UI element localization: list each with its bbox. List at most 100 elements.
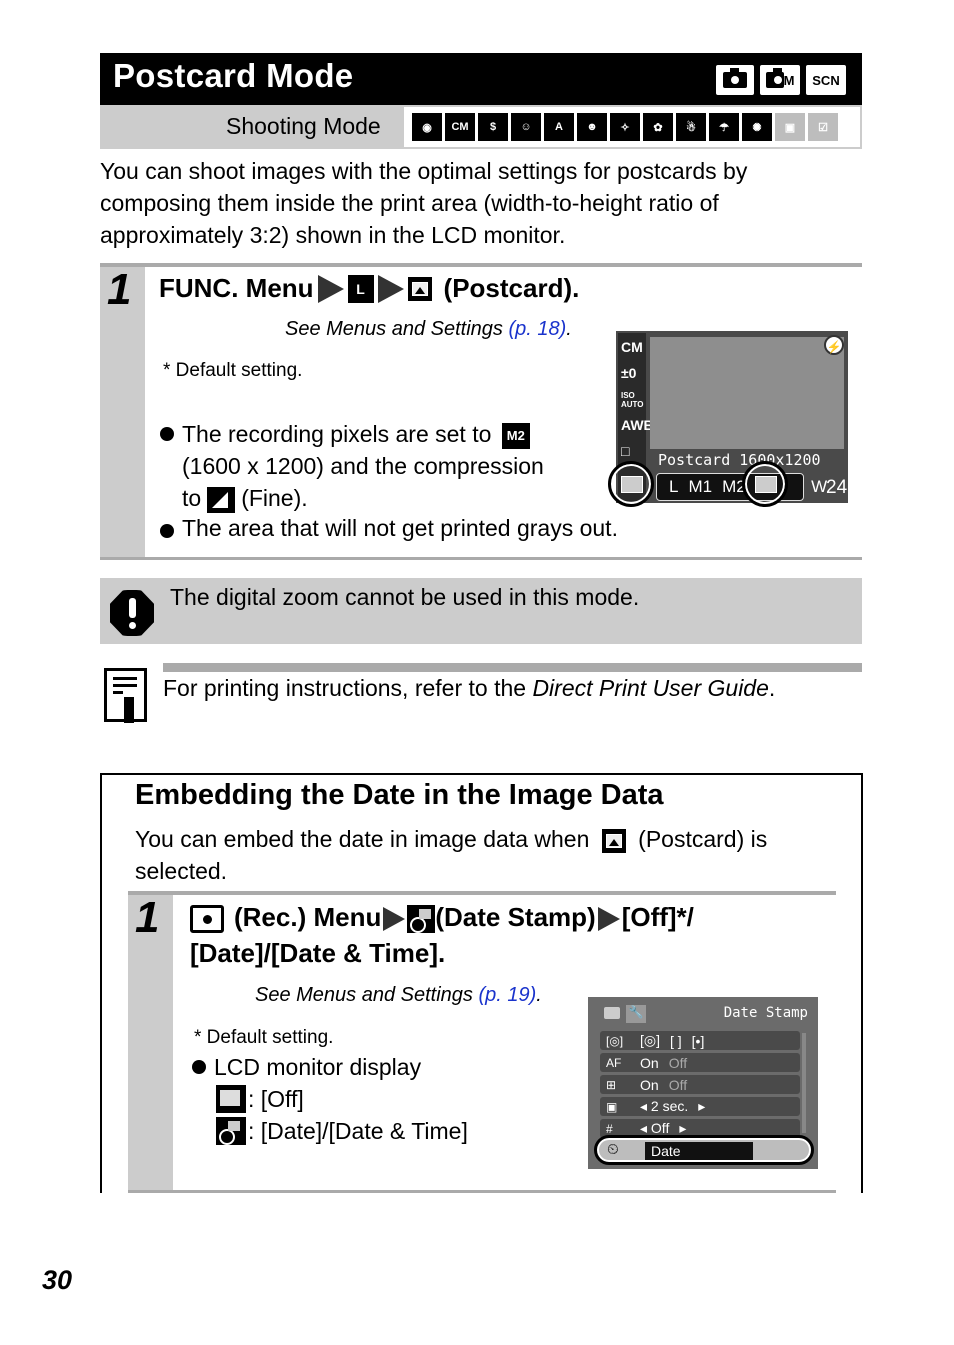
guide-title: Direct Print User Guide [532,675,769,701]
foliage-leaf-icon: ✿ [643,113,673,141]
lcd-menu-row: ▣ ◂ 2 sec. ▸ [600,1097,800,1116]
lcd-screenshot-date-stamp: 🔧 Date Stamp [◎] [◎] [ ] [•] AF On Off ⊞ On Off ▣ ◂… [588,997,818,1169]
resolution-option: M1 [688,477,713,496]
section-title: Embedding the Date in the Image Data [135,779,664,811]
lcd-row-icon: [◎] [606,1033,624,1048]
manual-label: M [783,72,795,88]
date-stamp-label: (Date Stamp) [435,902,596,932]
highlighted-date-stamp-row: ⏲ Date [594,1135,814,1165]
postcard-icon [755,476,777,493]
section-intro: You can embed the date in image data whe… [135,823,835,887]
note-text-part: For printing instructions, refer to the [163,675,533,701]
highlight-circle [608,461,654,507]
lcd-row-value: On [640,1076,659,1093]
default-setting-note: * Default setting. [194,1027,334,1048]
arrow-right-icon [383,907,406,932]
beach-icon: ☂ [709,113,739,141]
bullet-text: (Fine). [241,485,308,511]
shooting-mode-bar: Shooting Mode ◉ CM $ ☺ A ☻ ✧ ✿ ☃ ☂ ✺ ▣ ☑ [100,105,862,149]
see-reference: See Menus and Settings (p. 18). [285,318,572,341]
lcd-setting-item: AWB [621,417,654,433]
lcd-row-value: ▸ [698,1098,706,1114]
step-number: 1 [107,265,132,314]
foliage-icon: A [544,113,574,141]
step-rule [128,891,836,895]
highlight-circle [742,461,788,507]
caution-box: The digital zoom cannot be used in this … [100,578,862,644]
page-title: Postcard Mode [113,57,354,94]
bullet-icon [192,1060,206,1074]
see-ref-text: See Menus and Settings [285,318,509,340]
rec-menu-icon [190,905,224,934]
fine-compression-icon [207,486,236,513]
bullet-icon [160,524,174,538]
bullet-item: The recording pixels are set to M2 (1600… [158,418,598,514]
bullet-item: The area that will not get printed grays… [158,515,618,542]
shots-remaining: 24 [826,477,848,498]
bullet-text: (1600 x 1200) and the compression [182,453,544,479]
lcd-row-value: ◂ 2 sec. [640,1098,689,1114]
postcard-icon [621,476,643,493]
bullet-icon [160,427,174,441]
fireworks-icon: ✺ [742,113,772,141]
intro-text: You can embed the date in image data whe… [135,826,590,852]
snow-icon: ☃ [676,113,706,141]
scene-icon: SCN [806,65,846,95]
intro-paragraph: You can shoot images with the optimal se… [100,158,748,248]
page-number: 30 [42,1265,73,1295]
lcd-caption: Postcard 1600x1200 [658,451,821,469]
page-link[interactable]: (p. 19) [478,984,536,1006]
shooting-mode-icons: ◉ CM $ ☺ A ☻ ✧ ✿ ☃ ☂ ✺ ▣ ☑ [404,107,860,147]
lcd-row-icon: AF [606,1055,622,1070]
camera-manual-icon: M [760,65,800,95]
lcd-row-value: On [640,1054,659,1071]
mode-icons: M SCN [716,65,846,95]
step-bullets: The recording pixels are set to M2 (1600… [158,418,598,514]
manual-icon: CM [445,113,475,141]
digital-macro-icon: $ [478,113,508,141]
step-number: 1 [135,893,160,942]
lcd-setting-item: ISO AUTO [621,391,644,409]
lcd-setting-item: ±0 [621,365,637,381]
kids-pets-icon: ☻ [577,113,607,141]
shooting-mode-label: Shooting Mode [226,113,381,139]
widescreen-option: W [811,477,828,496]
display-off-line: : [Off] [216,1083,468,1115]
movie-icon: ▣ [775,113,805,141]
note-text: For printing instructions, refer to the … [163,675,775,702]
bullet-text: LCD monitor display [214,1054,422,1080]
default-setting-note: * Default setting. [163,360,303,381]
postcard-icon [407,276,432,301]
display-date-line: : [Date]/[Date & Time] [216,1115,468,1147]
lcd-row-icon: # [606,1121,613,1136]
portrait-icon: ☺ [511,113,541,141]
auto-icon: ◉ [412,113,442,141]
page-link[interactable]: (p. 18) [508,318,566,340]
stitch-assist-icon: ☑ [808,113,838,141]
camera-auto-icon [716,65,754,95]
bullet-text: to [182,485,202,511]
rec-menu-label: (Rec.) Menu [234,902,382,932]
date-stamp-icon [216,1117,246,1145]
postcard-icon [601,828,626,853]
lcd-setting-item: □ [621,443,630,459]
step-rule-bottom [128,1190,836,1193]
tools-tab-icon: 🔧 [626,1005,646,1023]
lcd-setting-item: CM [621,339,643,355]
flash-off-icon: ⚡ [824,335,844,355]
note-rule [163,663,862,672]
date-embed-section: Embedding the Date in the Image Data You… [100,773,863,1193]
step-heading: (Rec.) Menu (Date Stamp) [Off]*/ [Date]/[D… [190,899,830,971]
step-bullets: LCD monitor display : [Off] : [Date]/[Da… [190,1051,468,1147]
lcd-menu-row: AF On Off [600,1053,800,1072]
memo-icon [104,668,147,723]
lcd-menu-row: ⊞ On Off [600,1075,800,1094]
bullet-text: The area that will not get printed grays… [182,515,618,541]
lcd-viewfinder [650,337,844,449]
step-rule-bottom [100,557,862,560]
note-text-part: . [768,675,776,701]
caution-icon [110,590,154,636]
date-stamp-value: Date [645,1142,753,1160]
func-menu-label: FUNC. Menu [159,273,314,303]
lcd-menu-row: [◎] [◎] [ ] [•] [600,1031,800,1050]
